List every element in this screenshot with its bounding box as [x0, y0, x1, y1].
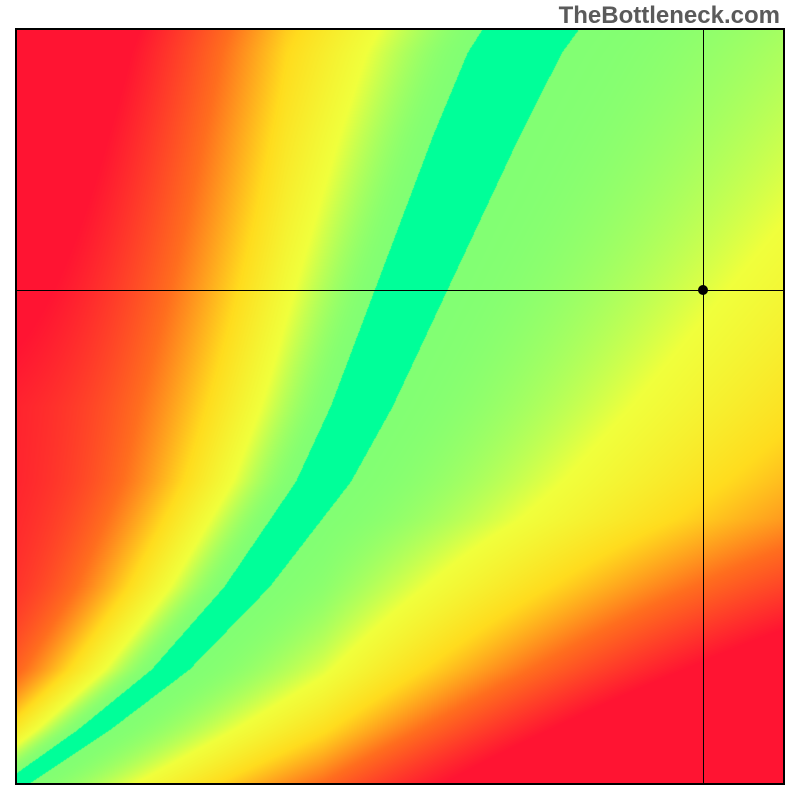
watermark-text: TheBottleneck.com	[559, 2, 780, 30]
chart-container: TheBottleneck.com	[0, 0, 800, 800]
crosshair-vertical	[703, 30, 704, 783]
plot-border	[15, 28, 785, 785]
crosshair-marker	[698, 285, 708, 295]
crosshair-horizontal	[17, 290, 783, 291]
